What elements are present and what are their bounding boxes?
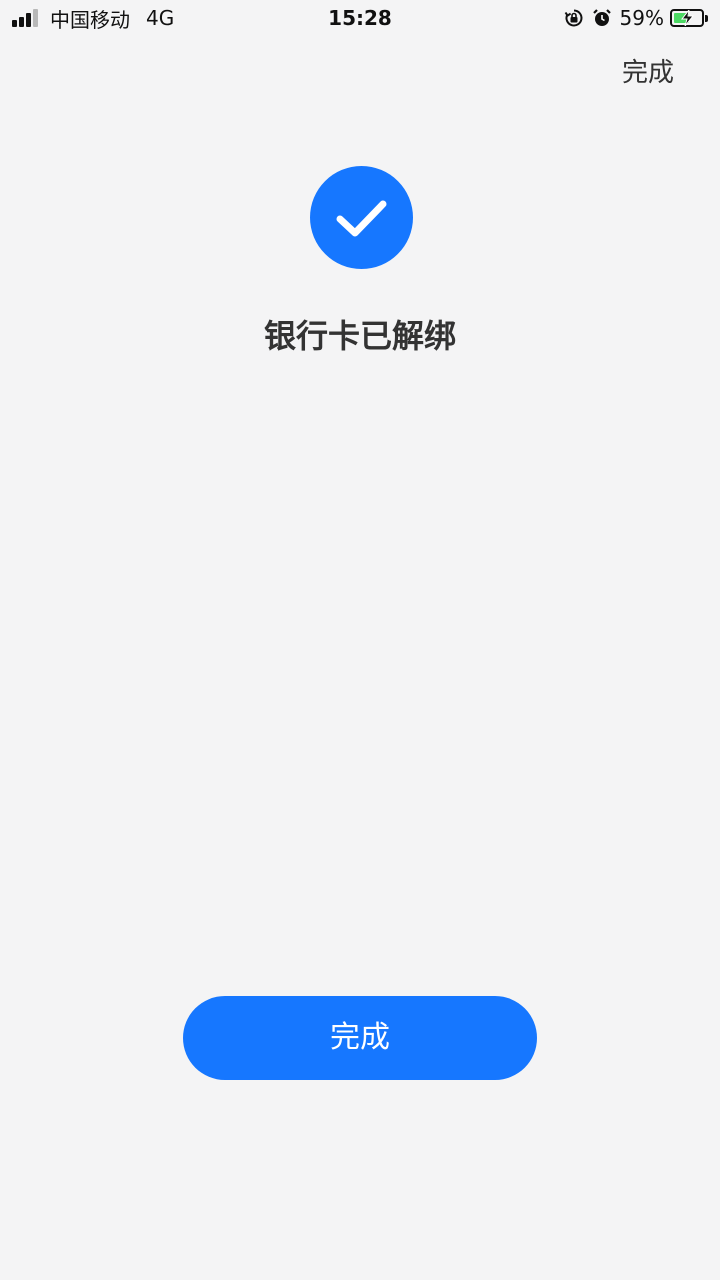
alarm-icon bbox=[592, 9, 611, 26]
check-icon bbox=[310, 166, 413, 269]
unbind-success-screen: 中国移动 4G 15:28 59% 完成 银行卡已解绑 完成 bbox=[0, 0, 720, 1280]
done-button[interactable]: 完成 bbox=[183, 996, 537, 1080]
battery-charging-icon bbox=[670, 9, 704, 27]
nav-done-button[interactable]: 完成 bbox=[622, 56, 674, 90]
result-title: 银行卡已解绑 bbox=[263, 317, 456, 355]
status-right: 59% bbox=[564, 6, 708, 30]
battery-percent: 59% bbox=[619, 6, 664, 30]
status-bar: 中国移动 4G 15:28 59% bbox=[0, 0, 720, 36]
battery-nub bbox=[705, 14, 708, 22]
rotation-lock-icon bbox=[564, 9, 583, 27]
